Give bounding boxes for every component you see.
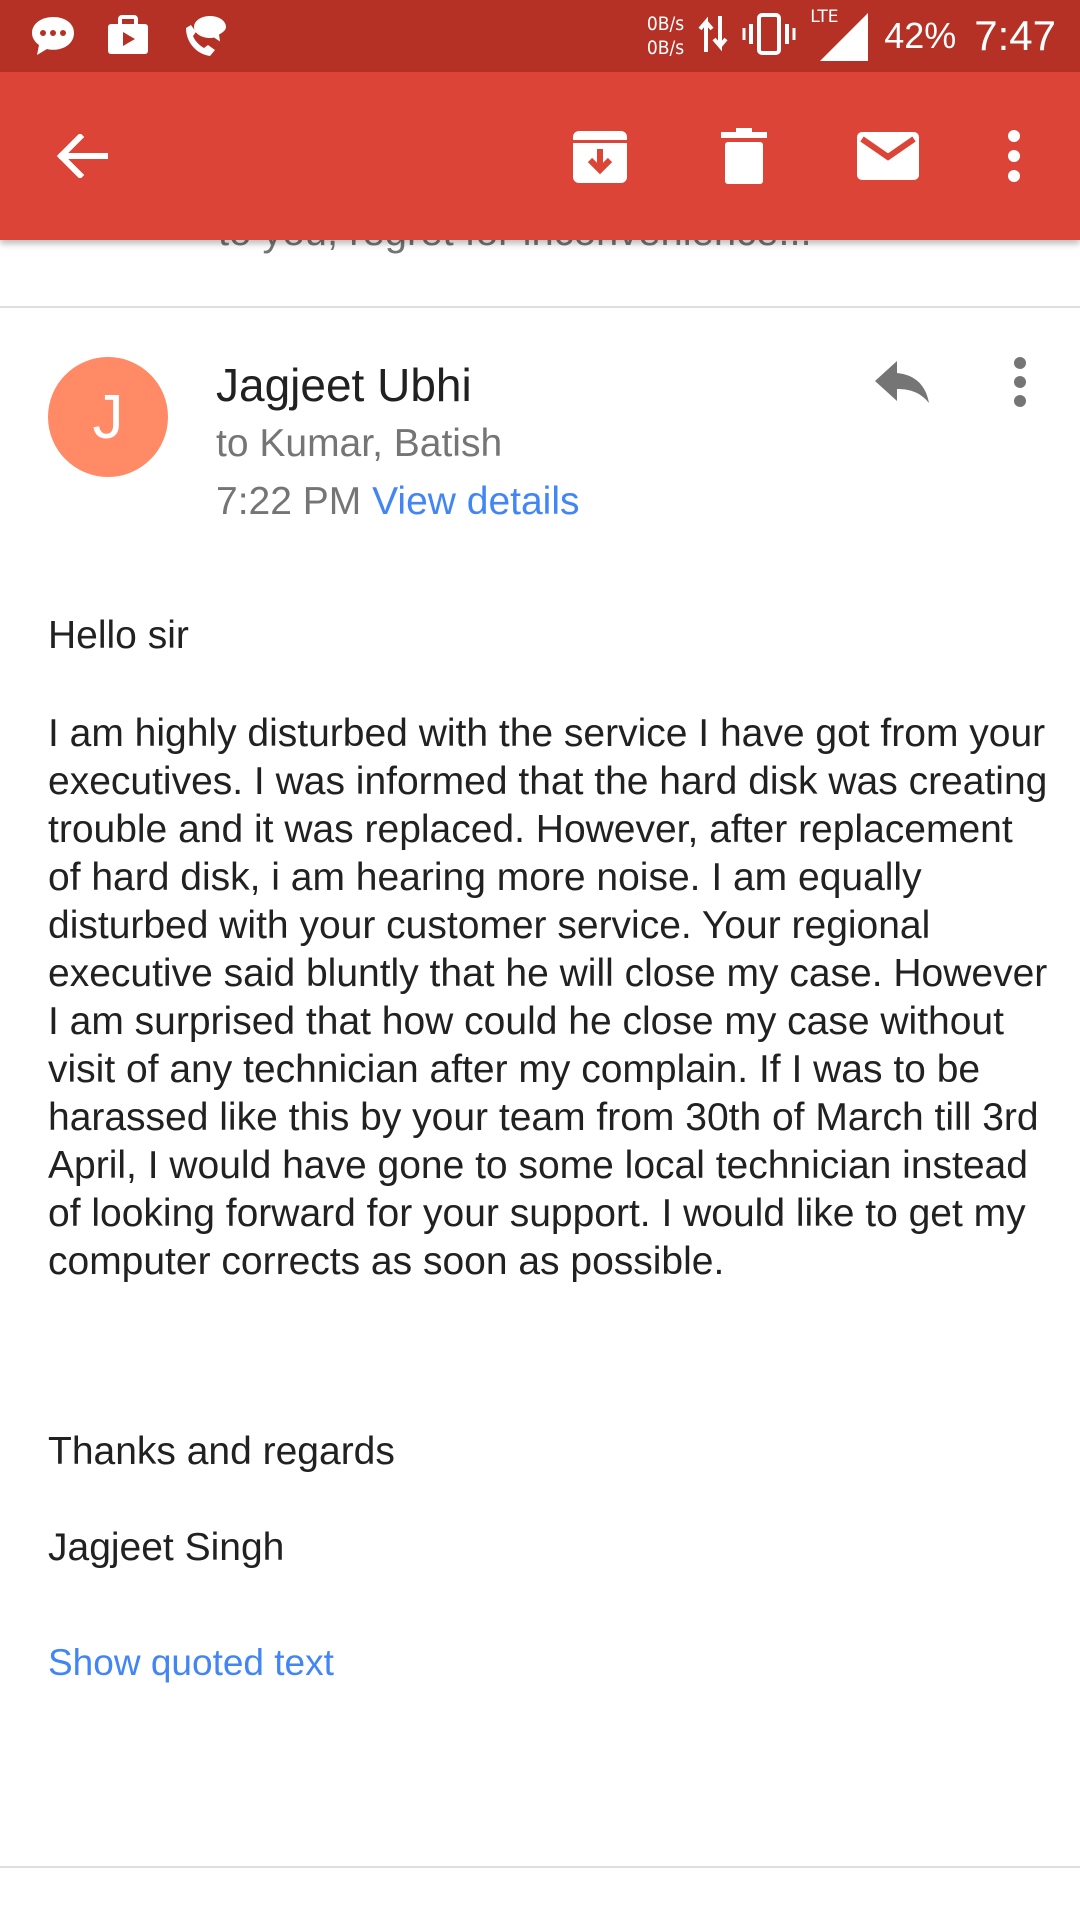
net-down-speed: 0B/s bbox=[646, 37, 685, 59]
message-divider bbox=[0, 306, 1080, 308]
message-time: 7:22 PM bbox=[216, 480, 362, 523]
avatar-letter: J bbox=[92, 382, 124, 452]
sender-name: Jagjeet Ubhi bbox=[216, 359, 472, 411]
data-transfer-icon bbox=[698, 12, 728, 61]
message-paragraph: I am highly disturbed with the service I… bbox=[48, 712, 1048, 1283]
message-meta: 7:22 PM View details bbox=[216, 480, 580, 524]
signal-icon: LTE bbox=[810, 7, 870, 63]
briefcase-icon bbox=[106, 14, 150, 63]
message-greeting: Hello sir bbox=[48, 614, 189, 657]
back-arrow-icon[interactable] bbox=[50, 124, 114, 188]
status-bar: 0B/s 0B/s LTE 42% 7:47 bbox=[0, 0, 1080, 72]
reply-icon bbox=[875, 361, 929, 403]
status-clock: 7:47 bbox=[974, 12, 1056, 59]
phone-chat-icon bbox=[180, 14, 228, 63]
message-more-button[interactable] bbox=[998, 352, 1042, 412]
app-toolbar bbox=[0, 72, 1080, 240]
message-closing: Thanks and regards bbox=[48, 1430, 395, 1473]
chat-bubble-icon bbox=[30, 15, 76, 62]
more-vert-icon[interactable] bbox=[982, 124, 1046, 188]
notification-icons bbox=[30, 14, 228, 63]
reply-button[interactable] bbox=[866, 352, 938, 412]
show-quoted-text-link[interactable]: Show quoted text bbox=[48, 1642, 334, 1684]
view-details-link[interactable]: View details bbox=[372, 480, 579, 523]
delete-icon[interactable] bbox=[712, 124, 776, 188]
message-signature: Jagjeet Singh bbox=[48, 1526, 285, 1569]
avatar[interactable]: J bbox=[48, 357, 168, 477]
vibrate-icon bbox=[742, 12, 796, 61]
network-speed: 0B/s 0B/s bbox=[647, 12, 684, 60]
more-vert-icon bbox=[1014, 357, 1026, 407]
mark-unread-icon[interactable] bbox=[856, 124, 920, 188]
recipients: to Kumar, Batish bbox=[216, 422, 503, 465]
net-up-speed: 0B/s bbox=[646, 13, 685, 35]
bottom-divider bbox=[0, 1866, 1080, 1868]
archive-icon[interactable] bbox=[568, 124, 632, 188]
battery-level: 42% bbox=[884, 15, 957, 56]
